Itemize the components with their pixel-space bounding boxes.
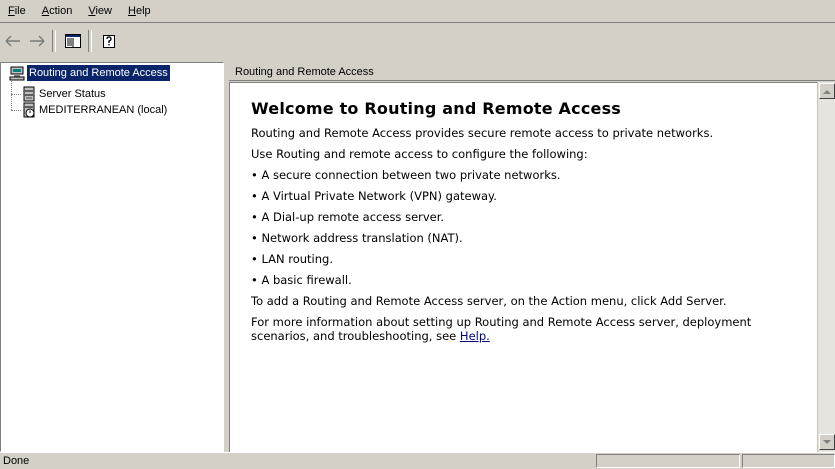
scroll-up-button[interactable]: [819, 83, 835, 99]
more-info-text: For more information about setting up Ro…: [251, 315, 752, 343]
intro-text: Routing and Remote Access provides secur…: [251, 126, 714, 140]
tree-item-server-status[interactable]: Server Status: [21, 86, 106, 102]
tree-connector: [11, 94, 21, 95]
tree-connector: [11, 110, 21, 111]
forward-arrow-icon[interactable]: [26, 30, 48, 52]
server-down-icon: [21, 102, 37, 118]
status-bar: Done: [0, 452, 835, 469]
bullet-item: • A secure connection between two privat…: [251, 168, 561, 182]
arrow-down-icon: [823, 439, 831, 444]
scroll-down-button[interactable]: [819, 434, 835, 450]
bullet-item: • LAN routing.: [251, 252, 333, 266]
vertical-scrollbar[interactable]: [817, 82, 835, 452]
status-panel: [596, 454, 740, 468]
server-status-icon: [21, 86, 37, 102]
bullet-item: • A Virtual Private Network (VPN) gatewa…: [251, 189, 497, 203]
menu-divider: [0, 22, 835, 23]
back-arrow-icon[interactable]: [2, 30, 24, 52]
tree-item-label: MEDITERRANEAN (local): [39, 104, 168, 116]
toolbar-separator: [52, 30, 56, 52]
rras-server-icon: [9, 65, 25, 81]
status-text: Done: [3, 455, 30, 467]
status-panel: [742, 454, 835, 468]
menu-help[interactable]: Help: [120, 2, 159, 20]
console-tree: Routing and Remote Access Server Status …: [0, 62, 224, 452]
console-tree-icon[interactable]: [62, 30, 84, 52]
toolbar-separator: [88, 30, 92, 52]
help-link[interactable]: Help.: [460, 329, 490, 343]
details-pane-header: Routing and Remote Access: [229, 63, 835, 81]
menu-action[interactable]: Action: [34, 2, 81, 20]
toolbar: [0, 24, 835, 62]
bullet-item: • A basic firewall.: [251, 273, 352, 287]
menu-file[interactable]: File: [0, 2, 34, 20]
bullet-item: • A Dial-up remote access server.: [251, 210, 445, 224]
tree-item-mediterranean[interactable]: MEDITERRANEAN (local): [21, 102, 167, 118]
tree-item-label: Routing and Remote Access: [27, 65, 170, 81]
welcome-page: Welcome to Routing and Remote Access Rou…: [229, 82, 817, 452]
tree-item-label: Server Status: [39, 88, 106, 100]
bullet-item: • Network address translation (NAT).: [251, 231, 463, 245]
tree-connector: [11, 81, 12, 110]
menu-view[interactable]: View: [80, 2, 120, 20]
tree-item-root[interactable]: Routing and Remote Access: [9, 65, 170, 81]
page-title: Welcome to Routing and Remote Access: [251, 99, 622, 118]
use-line-text: Use Routing and remote access to configu…: [251, 147, 588, 161]
help-icon[interactable]: [98, 30, 120, 52]
arrow-up-icon: [823, 89, 831, 94]
menu-bar: File Action View Help: [0, 0, 835, 23]
more-info-paragraph: For more information about setting up Ro…: [251, 315, 799, 343]
add-server-text: To add a Routing and Remote Access serve…: [251, 294, 727, 308]
